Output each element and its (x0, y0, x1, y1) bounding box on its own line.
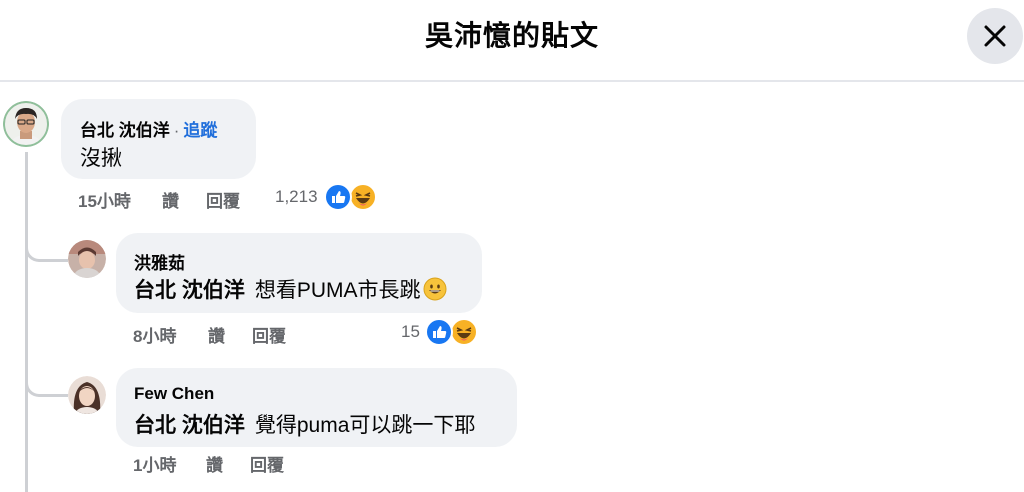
haha-reaction-icon (450, 318, 478, 346)
comment-bubble: Few Chen 台北 沈伯洋 覺得puma可以跳一下耶 (116, 368, 517, 447)
close-button[interactable] (967, 8, 1023, 64)
avatar[interactable] (68, 376, 106, 414)
comment-actions: 1小時 讚 回覆 (133, 451, 333, 476)
thread-line (25, 152, 28, 492)
like-button[interactable]: 讚 (206, 451, 223, 476)
comment-bubble: 洪雅茹 台北 沈伯洋 想看PUMA市長跳 (116, 233, 482, 313)
thread-branch (25, 375, 68, 397)
mention-tag[interactable]: 台北 沈伯洋 (134, 279, 245, 302)
comment-time[interactable]: 15小時 (78, 187, 131, 212)
comment-author[interactable]: 台北 沈伯洋 (80, 121, 170, 140)
avatar[interactable] (3, 101, 49, 147)
comment-author[interactable]: Few Chen (134, 384, 214, 404)
page-title: 吳沛憶的貼文 (424, 20, 599, 51)
comment-time[interactable]: 1小時 (133, 451, 176, 476)
comment-text: 沒揪 (80, 147, 122, 170)
post-dialog-header: 吳沛憶的貼文 (0, 0, 1024, 82)
smile-emoji-icon (423, 277, 447, 301)
reaction-count[interactable]: 1,213 (275, 187, 318, 207)
comment-time[interactable]: 8小時 (133, 322, 176, 347)
mention-tag[interactable]: 台北 沈伯洋 (134, 414, 245, 437)
comment-bubble: 台北 沈伯洋 · 追蹤 沒揪 (61, 99, 256, 179)
like-button[interactable]: 讚 (162, 187, 179, 212)
comment-text: 想看PUMA市長跳 (254, 279, 421, 302)
like-button[interactable]: 讚 (208, 322, 225, 347)
reply-button[interactable]: 回覆 (252, 322, 286, 347)
close-icon (984, 25, 1006, 47)
like-reaction-icon (425, 318, 453, 346)
reply-button[interactable]: 回覆 (250, 451, 284, 476)
like-reaction-icon (324, 183, 352, 211)
follow-link[interactable]: 追蹤 (183, 121, 217, 140)
comment-actions: 8小時 讚 回覆 (133, 322, 333, 347)
comment-author[interactable]: 洪雅茹 (134, 249, 185, 274)
thread-branch (25, 240, 68, 262)
comment-text: 覺得puma可以跳一下耶 (254, 414, 476, 437)
avatar[interactable] (68, 240, 106, 278)
reaction-count[interactable]: 15 (401, 322, 420, 342)
haha-reaction-icon (349, 183, 377, 211)
reply-button[interactable]: 回覆 (206, 187, 240, 212)
